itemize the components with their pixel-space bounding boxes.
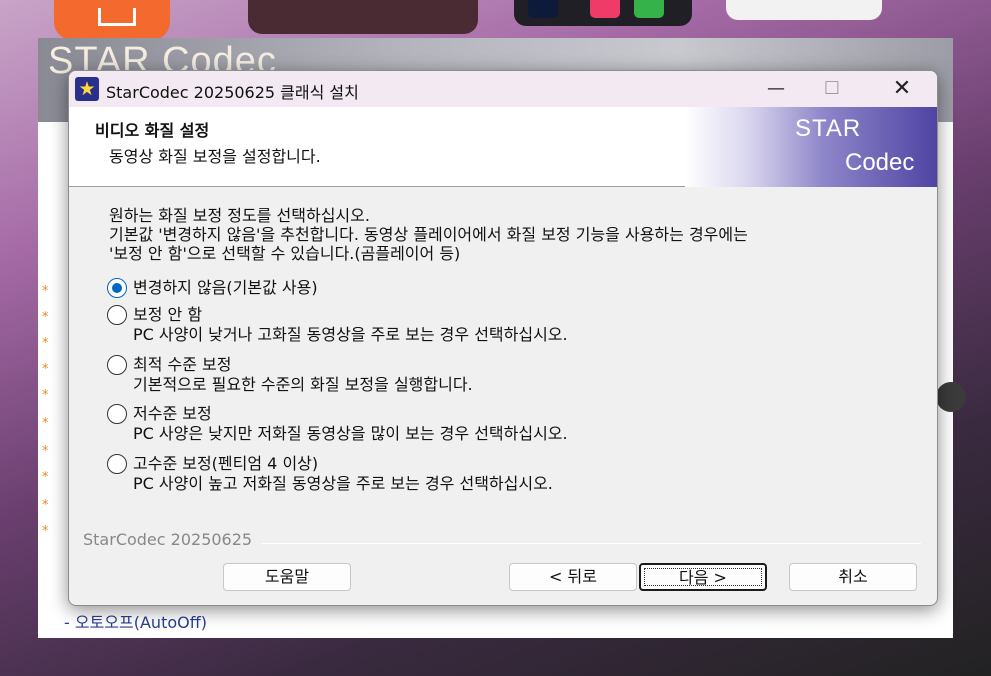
help-button[interactable]: 도움말 [223, 563, 351, 591]
bullet-star-icon: * [42, 498, 49, 513]
app-icon[interactable] [528, 0, 558, 18]
radio-button[interactable] [107, 454, 127, 474]
page-title: 비디오 화질 설정 [95, 121, 210, 140]
option-description: PC 사양이 낮거나 고화질 동영상을 주로 보는 경우 선택하십시오. [133, 325, 568, 344]
divider [261, 543, 921, 544]
background-link-autooff[interactable]: - 오토오프(AutoOff) [64, 609, 207, 633]
intro-line: 기본값 '변경하지 않음'을 추천합니다. 동영상 플레이어에서 화질 보정 기… [109, 225, 748, 244]
brand-label: StarCodec 20250625 [83, 530, 253, 549]
radio-button[interactable] [107, 278, 127, 298]
bullet-star-icon: * [42, 524, 49, 539]
bullet-star-icon: * [42, 416, 49, 431]
bullet-star-icon: * [42, 310, 49, 325]
background-avatar [936, 382, 966, 412]
minimize-button[interactable]: — [753, 71, 799, 107]
option-label: 최적 수준 보정 [133, 355, 232, 374]
desktop-app-tile[interactable] [248, 0, 478, 34]
intro-line: 원하는 화질 보정 정도를 선택하십시오. [109, 206, 370, 225]
option-description: PC 사양이 높고 저화질 동영상을 주로 보는 경우 선택하십시오. [133, 474, 553, 493]
desktop-app-tile-group[interactable] [514, 0, 692, 26]
maximize-button[interactable]: ☐ [809, 71, 855, 107]
logo-text-star: STAR [795, 115, 862, 142]
title-bar[interactable]: ★ StarCodec 20250625 클래식 설치 — ☐ ✕ [69, 71, 937, 107]
option-label: 고수준 보정(펜티엄 4 이상) [133, 454, 319, 473]
option-label: 저수준 보정 [133, 404, 212, 423]
bullet-star-icon: * [42, 388, 49, 403]
window-title: StarCodec 20250625 클래식 설치 [106, 83, 359, 102]
option-description: PC 사양은 낮지만 저화질 동영상을 많이 보는 경우 선택하십시오. [133, 424, 568, 443]
next-button[interactable]: 다음 > [639, 563, 767, 591]
option-description: 기본적으로 필요한 수준의 화질 보정을 실행합니다. [133, 375, 473, 394]
radio-button[interactable] [107, 355, 127, 375]
option-label: 보정 안 함 [133, 305, 203, 324]
radio-button[interactable] [107, 404, 127, 424]
back-button[interactable]: < 뒤로 [509, 563, 637, 591]
page-subtitle: 동영상 화질 보정을 설정합니다. [109, 147, 321, 166]
desktop-app-tile[interactable] [54, 0, 170, 40]
star-app-icon: ★ [75, 77, 99, 101]
bullet-star-icon: * [42, 470, 49, 485]
starcodec-logo: STAR Codec [685, 107, 937, 187]
app-icon[interactable] [590, 0, 620, 18]
intro-line: '보정 안 함'으로 선택할 수 있습니다.(곰플레이어 등) [109, 244, 461, 263]
radio-button[interactable] [107, 305, 127, 325]
option-label: 변경하지 않음(기본값 사용) [133, 278, 318, 297]
wizard-header: 비디오 화질 설정 동영상 화질 보정을 설정합니다. STAR Codec [69, 107, 937, 187]
close-button[interactable]: ✕ [879, 71, 925, 107]
bullet-star-icon: * [42, 284, 49, 299]
bullet-star-icon: * [42, 336, 49, 351]
desktop-app-tile[interactable] [726, 0, 882, 20]
bullet-star-icon: * [42, 362, 49, 377]
installer-window: ★ StarCodec 20250625 클래식 설치 — ☐ ✕ 비디오 화질… [68, 70, 938, 606]
app-icon[interactable] [634, 0, 664, 18]
cancel-button[interactable]: 취소 [789, 563, 917, 591]
app-tile-icon [98, 8, 136, 26]
bullet-star-icon: * [42, 444, 49, 459]
logo-text-codec: Codec [845, 149, 915, 176]
focus-outline [644, 568, 762, 586]
